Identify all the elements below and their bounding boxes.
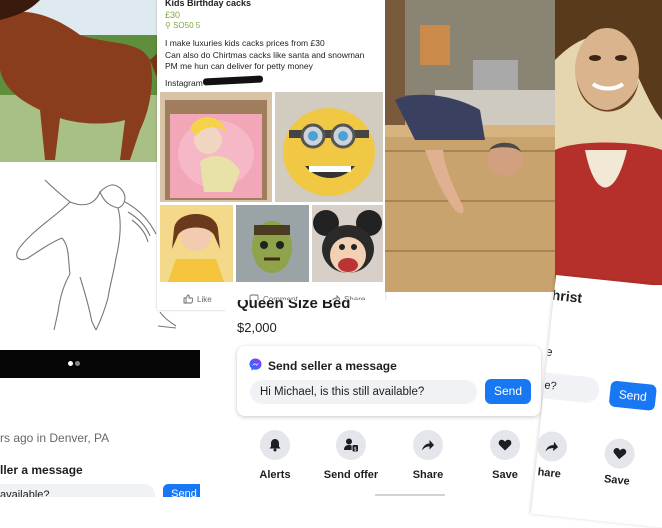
like-button[interactable]: Like [183,294,212,304]
svg-text:$: $ [354,446,357,452]
listing-description: I make luxuries kids cacks prices from £… [165,38,385,89]
save-circle [603,437,637,471]
listing-location: ⚲ SO50 5 [165,21,200,30]
save-circle [490,430,520,460]
send-offer-button[interactable]: $ Send offer [315,430,387,481]
painting-photo[interactable] [555,0,662,285]
alerts-button[interactable]: Alerts [239,430,311,481]
description-line: PM me hun can deliver for petty money [165,61,313,71]
share-arrow-icon [545,441,559,452]
share-circle [413,430,443,460]
description-line: I make luxuries kids cacks prices from £… [165,38,325,48]
listing-title: Queen Size Bed [237,300,351,312]
painting-photo-image [555,0,662,285]
offer-tag-icon: $ [344,438,358,452]
share-circle [535,430,569,464]
messenger-icon [249,358,262,371]
cake-photo-princess[interactable] [160,92,272,202]
description-line: Can also do Chirtmas cacks like santa an… [165,49,365,60]
save-label: Save [492,469,518,481]
location-text: SO50 5 [173,21,201,30]
listing-price: £30 [165,10,181,20]
carousel-dot[interactable] [75,361,80,366]
message-card: Send seller a message Hi Michael, is thi… [237,346,541,416]
share-button[interactable]: hare [531,428,584,482]
cake-photo-character[interactable] [236,205,309,282]
carousel-dot-active[interactable] [68,361,73,366]
send-button[interactable]: Send [608,380,658,412]
alerts-circle [260,430,290,460]
share-arrow-icon [422,440,434,451]
bed-listing-panel: Queen Size Bed $2,000 Send seller a mess… [225,300,555,497]
carousel-bar [0,350,200,378]
send-button[interactable]: Send [163,484,200,497]
cake-photo-image [283,108,375,196]
stocks-photo-image [385,0,555,292]
share-label: hare [537,466,562,481]
listing-title: Kids Birthday cacks [165,0,252,8]
cake-photo-image [160,205,233,282]
cake-photo-image [165,100,267,200]
message-input[interactable]: available? [0,484,155,497]
save-button[interactable]: Save [586,436,651,490]
cake-photo-belle[interactable] [160,205,233,282]
save-label: Save [603,473,631,488]
share-button[interactable]: Share [392,430,464,481]
share-label: Share [412,469,444,481]
cake-photo-image [236,205,309,282]
bottom-divider [375,494,445,496]
cake-photo-mouse[interactable] [312,205,383,282]
alerts-label: Alerts [259,469,291,481]
bell-icon [269,439,281,452]
send-offer-label: Send offer [323,469,379,481]
send-offer-circle: $ [336,430,366,460]
listing-meta: rs ago in Denver, PA [0,431,110,445]
cake-photo-image [313,210,382,273]
message-title: ller a message [0,463,83,477]
thumbs-up-icon [183,294,193,304]
listing-price: $2,000 [237,320,277,335]
message-input[interactable]: Hi Michael, is this still available? [250,380,477,404]
send-button[interactable]: Send [485,379,531,404]
listing-title: hrist [551,286,583,306]
cake-photo-minion[interactable] [275,92,383,202]
instagram-label: Instagram [165,77,203,88]
location-pin-icon: ⚲ [165,21,171,30]
heart-icon [498,439,512,451]
like-label: Like [197,294,212,304]
heart-icon [613,448,627,460]
cake-listing-panel: Kids Birthday cacks £30 ⚲ SO50 5 I make … [157,0,385,310]
save-button[interactable]: Save [469,430,541,481]
stocks-photo[interactable] [385,0,555,292]
message-title: Send seller a message [268,359,397,373]
